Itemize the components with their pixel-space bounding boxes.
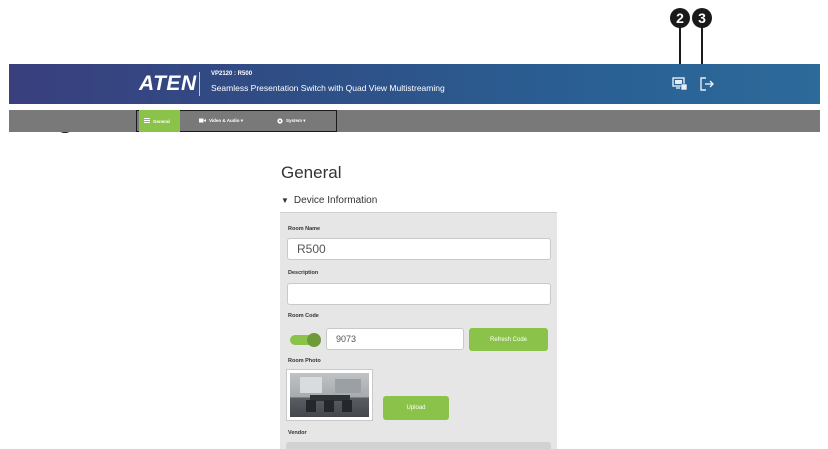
logo-divider (199, 72, 200, 96)
nav-item-label: System ▾ (286, 118, 306, 123)
page: 2 3 1 ATEN VP2120 : R500 Seamless Presen… (0, 0, 828, 449)
device-subtitle: Seamless Presentation Switch with Quad V… (211, 83, 445, 93)
callout-3: 3 (692, 8, 712, 28)
nav-item-general[interactable]: General (139, 110, 180, 132)
refresh-code-button[interactable]: Refresh Code (469, 328, 548, 351)
vendor-label: Vendor (288, 430, 307, 436)
vendor-field[interactable] (286, 442, 551, 449)
triangle-down-icon: ▼ (281, 196, 289, 205)
nav-item-video-audio[interactable]: Video & Audio ▾ (199, 110, 243, 132)
page-title: General (281, 163, 342, 182)
room-code-toggle[interactable] (290, 333, 321, 347)
toggle-knob (307, 333, 321, 347)
room-code-label: Room Code (288, 313, 319, 319)
room-name-input[interactable]: R500 (287, 238, 551, 260)
room-photo-label: Room Photo (288, 358, 321, 364)
video-icon (199, 118, 206, 124)
callout-2: 2 (670, 8, 690, 28)
description-label: Description (288, 270, 319, 276)
list-icon (144, 118, 150, 124)
aten-logo: ATEN (139, 72, 197, 95)
app-header: ATEN VP2120 : R500 Seamless Presentation… (9, 64, 820, 104)
device-model: VP2120 : R500 (211, 71, 253, 77)
logout-icon[interactable] (699, 76, 715, 92)
section-title: Device Information (293, 195, 378, 206)
nav-item-label: Video & Audio ▾ (209, 118, 244, 123)
room-photo (286, 369, 373, 421)
section-toggle-device-information[interactable]: ▼ Device Information (281, 195, 377, 206)
gear-icon (277, 117, 283, 125)
room-code-input[interactable]: 9073 (326, 328, 464, 350)
room-name-label: Room Name (288, 226, 321, 232)
nav-bar: General Video & Audio ▾ System ▾ (9, 110, 820, 132)
nav-item-system[interactable]: System ▾ (277, 110, 306, 132)
nav-item-label: General (153, 118, 170, 124)
monitor-icon[interactable] (672, 76, 688, 92)
device-information-panel: Room Name R500 Description Room Code 907… (280, 212, 557, 449)
room-photo-image (290, 373, 369, 417)
description-input[interactable] (287, 283, 551, 305)
upload-button[interactable]: Upload (383, 396, 449, 420)
